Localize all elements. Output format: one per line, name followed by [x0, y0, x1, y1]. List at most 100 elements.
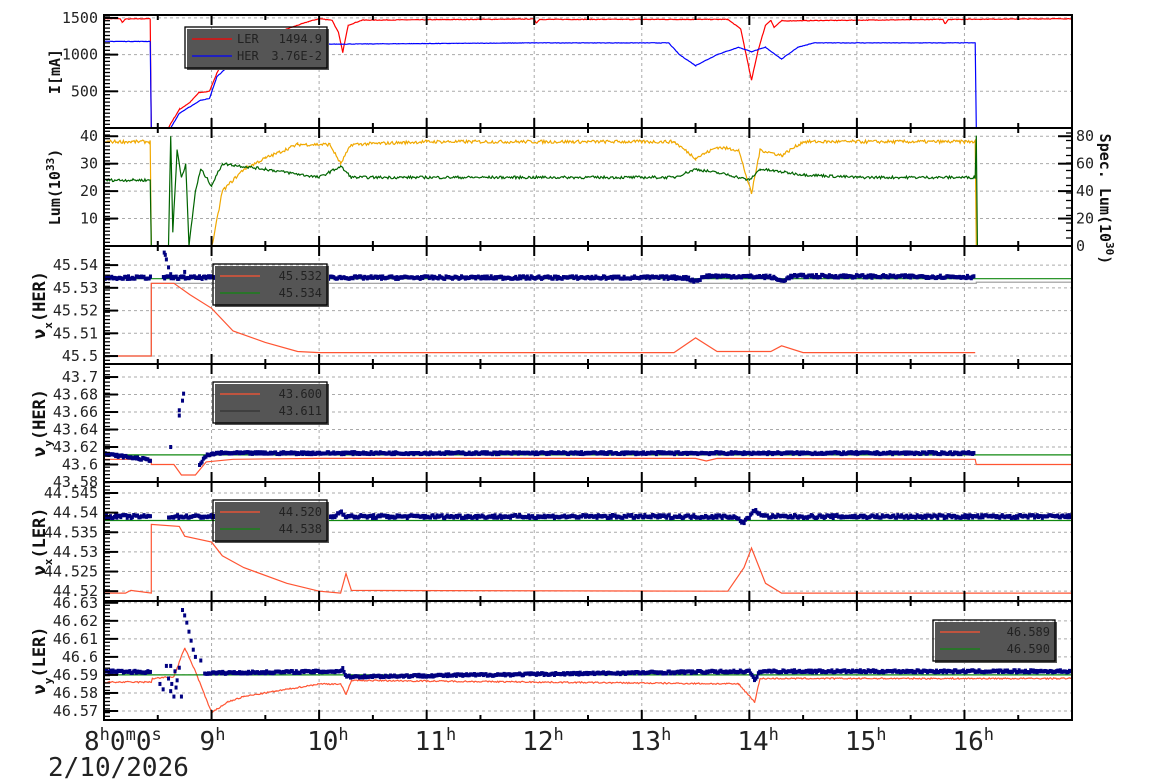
y-label-main: Spec. Lum(10	[1096, 134, 1114, 242]
tune-x-ler-y-axis-label: νx(LER)	[30, 507, 55, 575]
y-label-tail: )	[1096, 255, 1114, 264]
tune-y-ler-outlier-point	[167, 676, 171, 681]
legend-value: 44.538	[279, 522, 322, 536]
tune-x-her-outlier-point	[169, 272, 173, 277]
x-tick-part: h	[338, 725, 348, 745]
tune-x-her-y-tick-label: 45.51	[53, 324, 98, 342]
luminosity-y-tick-label: 10	[80, 210, 98, 228]
tune-y-her-y-tick-label: 43.6	[62, 456, 98, 474]
y-label-main: ν	[30, 684, 50, 694]
tune-x-her-y-tick-label: 45.53	[53, 279, 98, 297]
x-tick-main: 12	[522, 727, 553, 757]
tune-y-ler-outlier-point	[164, 663, 168, 668]
luminosity-y-right-tick-label: 20	[1076, 210, 1094, 228]
tune-y-ler-outlier-point	[199, 658, 203, 663]
beam-current-y-tick-label: 1500	[62, 9, 98, 27]
y-label-main: I[mA]	[46, 49, 64, 94]
tune-y-her-y-tick-label: 43.62	[53, 438, 98, 456]
tune-y-ler-outlier-point	[191, 647, 195, 652]
legend-value: 44.520	[279, 505, 322, 519]
tune-y-ler-set-tune-line	[104, 647, 1072, 714]
x-tick-main: 16	[952, 727, 983, 757]
x-tick-main: 15	[845, 727, 876, 757]
tune-y-her-measured-point	[148, 458, 152, 463]
tune-y-ler-measured-point	[755, 674, 759, 679]
x-tick-main: 10	[307, 727, 338, 757]
tune-y-ler-outlier-point	[189, 638, 193, 643]
tune-x-her-outlier-point	[164, 257, 168, 262]
tune-x-ler-y-tick-label: 44.53	[53, 543, 98, 561]
legend-value: 43.611	[279, 404, 322, 418]
x-tick-label: 9h	[200, 725, 226, 757]
x-tick-main: 13	[630, 727, 661, 757]
luminosity-y-right-axis-label: Spec. Lum(1030)	[1096, 134, 1117, 265]
tune-x-her-outlier-point	[183, 269, 187, 274]
legend-value: 45.532	[279, 269, 322, 283]
tune-x-ler-measured-point	[747, 516, 751, 521]
tune-y-ler-y-axis-label: νy(LER)	[30, 626, 55, 694]
y-label-tail: (LER)	[30, 626, 50, 677]
tune-y-her-outlier-point	[181, 398, 185, 403]
tune-y-ler-outlier-point	[161, 687, 165, 692]
beam-current-legend: LER 1494.9 HER 3.76E-2	[184, 26, 329, 70]
y-label-tail: (HER)	[30, 389, 50, 440]
tune-x-ler-y-tick-label: 44.54	[53, 504, 98, 522]
tune-y-her-outlier-point	[169, 445, 173, 450]
tune-y-ler-outlier-point	[187, 629, 191, 634]
luminosity-y-right-tick-label: 40	[1076, 182, 1094, 200]
luminosity-y-tick-label: 40	[80, 127, 98, 145]
tune-y-ler-y-tick-label: 46.58	[53, 684, 98, 702]
y-label-script: 30	[1104, 242, 1117, 255]
x-tick-part: h	[100, 725, 110, 745]
x-tick-part: h	[215, 725, 225, 745]
x-tick-part: h	[984, 725, 994, 745]
tune-y-her-y-axis-label: νy(HER)	[30, 389, 55, 457]
tune-y-ler-outlier-point	[169, 689, 173, 694]
tune-y-her-outlier-point	[177, 413, 181, 418]
x-tick-label: 11h	[415, 725, 457, 757]
beam-current-y-axis-label: I[mA]	[46, 49, 64, 94]
legend-value: 43.600	[279, 387, 322, 401]
y-label-tail: (HER)	[30, 271, 50, 322]
y-label-script: 33	[44, 158, 57, 171]
tune-y-ler-outlier-point	[158, 681, 162, 686]
x-tick-label: 12h	[522, 725, 564, 757]
x-tick-main: 14	[737, 727, 768, 757]
x-tick-part: s	[151, 725, 161, 745]
beam-monitor-chart: 500 1000 1500 I[mA] 10 20 30 40 Lum(1033) 0 20 40 60…	[30, 9, 1117, 782]
x-tick-label: 16h	[952, 725, 994, 757]
y-label-tail: )	[46, 149, 64, 158]
x-tick-label: 15h	[845, 725, 887, 757]
luminosity-frame	[103, 127, 1073, 247]
luminosity-y-tick-label: 30	[80, 155, 98, 173]
legend-label: LER	[237, 32, 259, 46]
beam-current-y-tick-label: 500	[71, 82, 98, 100]
legend-value: 3.76E-2	[271, 49, 322, 63]
beam-current-y-tick-label: 1000	[62, 46, 98, 64]
tune-y-ler-legend: 46.589 46.590	[932, 619, 1057, 663]
tune-y-her-measured-point	[972, 450, 976, 455]
luminosity-y-right-tick-label: 80	[1076, 127, 1094, 145]
tune-y-her-y-tick-label: 43.7	[62, 368, 98, 386]
tune-y-ler-outlier-point	[177, 665, 181, 670]
tune-y-ler-outlier-point	[170, 681, 174, 686]
y-label-main: ν	[30, 447, 50, 457]
luminosity-y-axis-label: Lum(1033)	[44, 149, 65, 225]
tune-y-her-outlier-point	[177, 408, 181, 413]
x-tick-label: 13h	[630, 725, 672, 757]
y-label-tail: (LER)	[30, 507, 50, 558]
tune-y-her-y-tick-label: 43.66	[53, 403, 98, 421]
tune-y-her-y-tick-label: 43.68	[53, 386, 98, 404]
tune-y-ler-y-tick-label: 46.59	[53, 666, 98, 684]
tune-x-her-y-axis-label: νx(HER)	[30, 271, 55, 339]
tune-y-her-y-tick-label: 43.64	[53, 421, 98, 439]
y-label-main: Lum(10	[46, 171, 64, 225]
tune-x-her-y-tick-label: 45.52	[53, 302, 98, 320]
tune-x-her-measured-point	[148, 274, 152, 279]
tune-y-ler-outlier-point	[193, 654, 197, 659]
tune-y-ler-outlier-point	[172, 694, 176, 699]
tune-y-ler-outlier-point	[173, 669, 177, 674]
tune-x-ler-y-tick-label: 44.545	[44, 484, 98, 502]
legend-value: 46.589	[1007, 625, 1050, 639]
x-tick-main: 9	[200, 727, 216, 757]
